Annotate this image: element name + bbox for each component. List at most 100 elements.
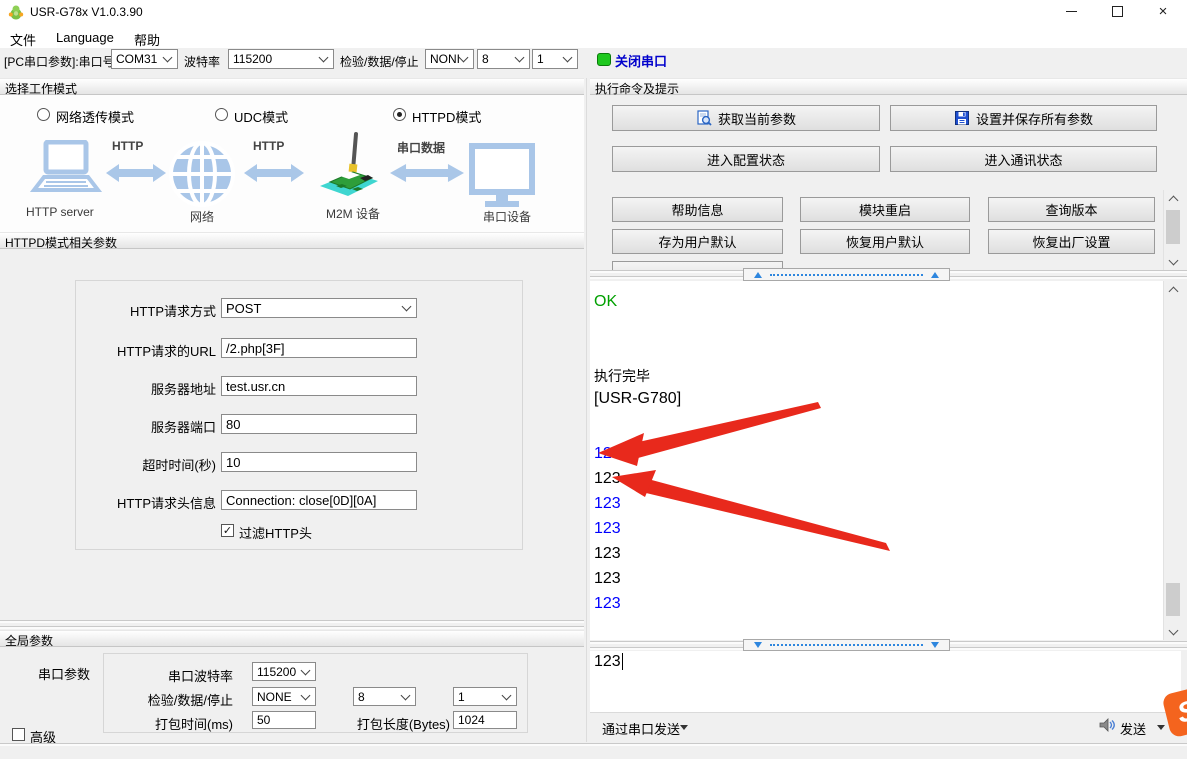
radio-udc-mode[interactable] <box>215 108 228 121</box>
window-title: USR-G78x V1.0.3.90 <box>30 5 143 19</box>
radio-httpd-mode[interactable] <box>393 108 406 121</box>
send-via-serial-dropdown[interactable]: 通过串口发送 <box>602 719 680 738</box>
get-params-label: 获取当前参数 <box>718 109 796 128</box>
diagram-link1-label: HTTP <box>112 139 143 153</box>
module-restart-button[interactable]: 模块重启 <box>800 197 970 222</box>
globe-icon <box>168 140 236 208</box>
log-line: OK <box>594 293 617 311</box>
divider <box>0 620 584 623</box>
send-options-arrow-icon[interactable] <box>1157 725 1165 730</box>
http-header-value: Connection: close[0D][0A] <box>226 493 376 508</box>
scroll-up-button[interactable] <box>1164 281 1182 298</box>
help-info-label: 帮助信息 <box>671 200 723 219</box>
m2m-device-icon <box>316 128 382 204</box>
chevron-down-icon <box>319 53 329 63</box>
radio-httpd-label: HTTPD模式 <box>412 107 481 126</box>
restore-factory-label: 恢复出厂设置 <box>1032 232 1110 251</box>
radio-selected-dot <box>397 112 402 117</box>
menu-file[interactable]: 文件 <box>10 30 36 49</box>
laptop-icon <box>24 140 106 202</box>
menu-help[interactable]: 帮助 <box>134 30 160 49</box>
scrollbar-thumb[interactable] <box>1166 210 1180 244</box>
http-url-value: /2.php[3F] <box>226 341 285 356</box>
serial-databits-value: 8 <box>358 690 365 704</box>
double-arrow-icon <box>243 162 305 184</box>
server-addr-input[interactable]: test.usr.cn <box>221 376 417 396</box>
parity-select[interactable]: NONI <box>425 49 474 69</box>
pack-time-input[interactable]: 50 <box>252 711 316 729</box>
server-port-value: 80 <box>226 417 240 432</box>
databits-value: 8 <box>482 52 489 66</box>
close-serial-link[interactable]: 关闭串口 <box>615 51 667 70</box>
chevron-down-icon <box>1168 625 1178 635</box>
work-mode-header: 选择工作模式 <box>0 78 584 95</box>
restore-factory-button[interactable]: 恢复出厂设置 <box>988 229 1155 254</box>
close-icon: × <box>1159 4 1168 19</box>
serial-baud-select[interactable]: 115200 <box>252 662 316 681</box>
timeout-input[interactable]: 10 <box>221 452 417 472</box>
com-port-select[interactable]: COM31 <box>111 49 178 69</box>
http-url-input[interactable]: /2.php[3F] <box>221 338 417 358</box>
log-splitter-handle[interactable] <box>743 268 950 281</box>
server-addr-value: test.usr.cn <box>226 379 285 394</box>
log-scrollbar[interactable] <box>1163 281 1182 640</box>
baud-select[interactable]: 115200 <box>228 49 334 69</box>
enter-comm-button[interactable]: 进入通讯状态 <box>890 146 1157 172</box>
http-header-label: HTTP请求头信息 <box>60 493 216 512</box>
enter-config-button[interactable]: 进入配置状态 <box>612 146 880 172</box>
radio-transparent-mode[interactable] <box>37 108 50 121</box>
query-version-button[interactable]: 查询版本 <box>988 197 1155 222</box>
filter-http-label: 过滤HTTP头 <box>239 523 312 542</box>
pc-serial-label: [PC串口参数]:串口号 <box>4 53 115 70</box>
com-port-value: COM31 <box>116 52 157 66</box>
stopbits-value: 1 <box>537 52 544 66</box>
save-params-button[interactable]: 设置并保存所有参数 <box>890 105 1157 131</box>
serial-databits-select[interactable]: 8 <box>353 687 416 706</box>
close-button[interactable]: × <box>1146 0 1180 22</box>
scrollbar-thumb[interactable] <box>1166 583 1180 616</box>
filter-http-checkbox[interactable]: ✓ <box>221 524 234 537</box>
pack-len-input[interactable]: 1024 <box>453 711 517 729</box>
send-input-area[interactable]: 123 <box>590 651 1181 712</box>
get-params-button[interactable]: 获取当前参数 <box>612 105 880 131</box>
chevron-down-icon <box>163 53 173 63</box>
serial-stopbits-select[interactable]: 1 <box>453 687 517 706</box>
splitter-dots <box>770 274 923 276</box>
minimize-button[interactable] <box>1054 0 1088 22</box>
scroll-down-button[interactable] <box>1164 623 1182 640</box>
enter-config-label: 进入配置状态 <box>707 150 785 169</box>
save-user-default-button[interactable]: 存为用户默认 <box>612 229 783 254</box>
stopbits-select[interactable]: 1 <box>532 49 578 69</box>
scroll-down-button[interactable] <box>1164 253 1182 270</box>
dropdown-arrow-icon[interactable] <box>680 725 688 730</box>
http-header-input[interactable]: Connection: close[0D][0A] <box>221 490 417 510</box>
chevron-up-icon <box>1168 286 1178 296</box>
server-port-input[interactable]: 80 <box>221 414 417 434</box>
triangle-up-icon <box>931 272 939 278</box>
baud-value: 115200 <box>233 52 272 66</box>
send-via-serial-label: 通过串口发送 <box>602 722 680 737</box>
command-scrollbar[interactable] <box>1163 190 1182 270</box>
menu-language[interactable]: Language <box>56 30 114 45</box>
log-area[interactable] <box>590 281 1163 640</box>
http-method-select[interactable]: POST <box>221 298 417 318</box>
chevron-up-icon <box>1168 195 1178 205</box>
panel-divider[interactable] <box>586 78 587 742</box>
help-info-button[interactable]: 帮助信息 <box>612 197 783 222</box>
databits-select[interactable]: 8 <box>477 49 530 69</box>
app-icon <box>8 4 24 20</box>
scroll-up-button[interactable] <box>1164 190 1182 207</box>
parity-label: 检验/数据/停止 <box>340 53 419 70</box>
serial-parity-select[interactable]: NONE <box>252 687 316 706</box>
send-splitter-handle[interactable] <box>743 639 950 651</box>
send-button[interactable]: 发送 <box>1120 719 1146 738</box>
pack-time-label: 打包时间(ms) <box>123 714 233 733</box>
server-addr-label: 服务器地址 <box>60 379 216 398</box>
restore-user-default-button[interactable]: 恢复用户默认 <box>800 229 970 254</box>
search-doc-icon <box>696 110 712 126</box>
log-line: 123 <box>594 570 621 588</box>
serial-stopbits-value: 1 <box>458 690 465 704</box>
serial-baud-value: 115200 <box>257 665 296 679</box>
advanced-checkbox[interactable] <box>12 728 25 741</box>
maximize-button[interactable] <box>1100 0 1134 22</box>
